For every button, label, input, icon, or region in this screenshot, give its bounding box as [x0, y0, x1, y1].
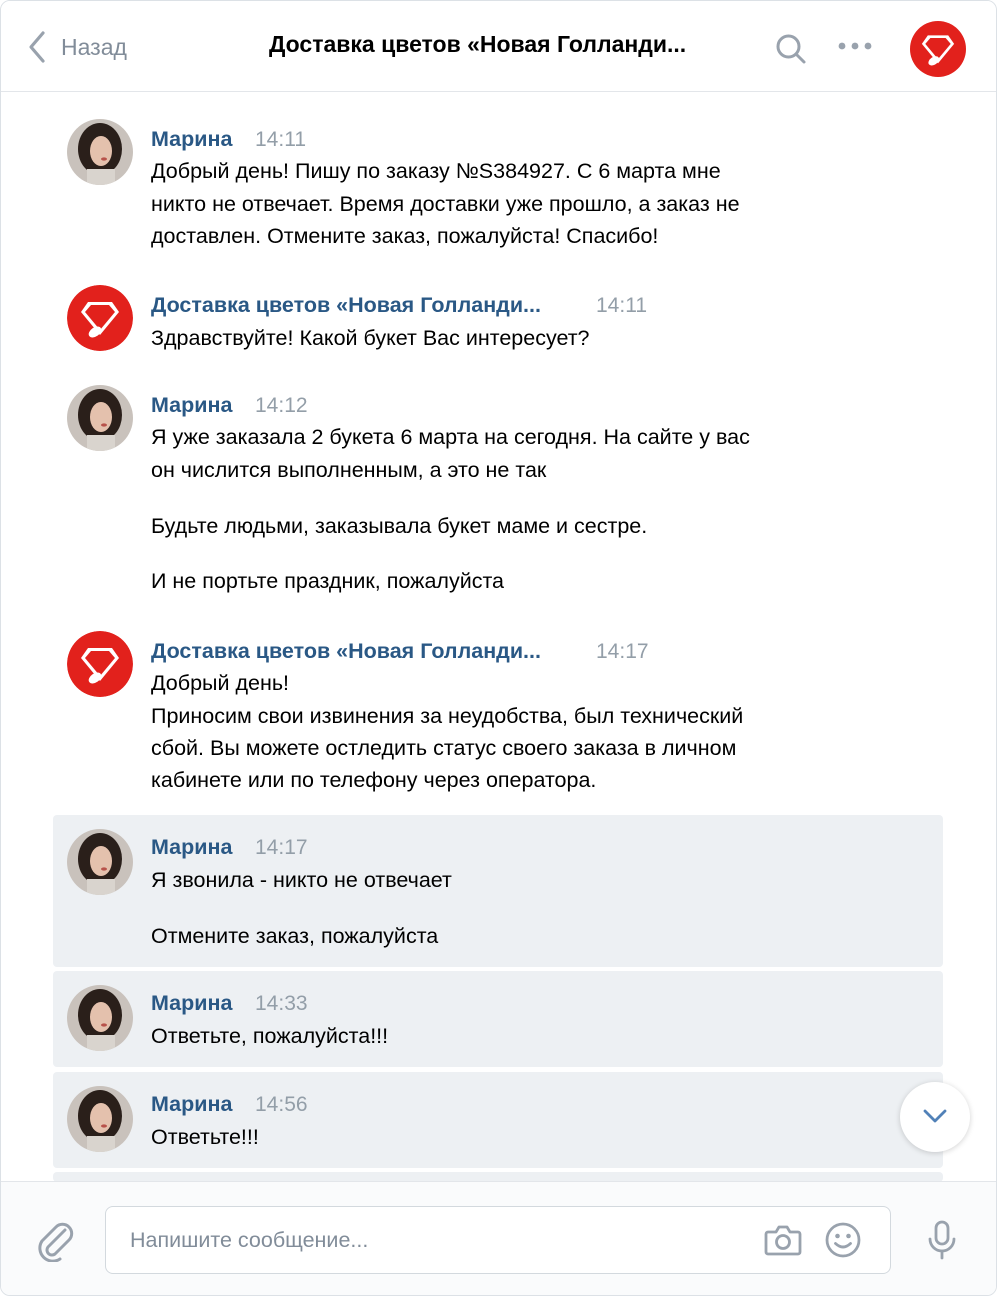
message-text: Добрый день! Пишу по заказу №S384927. С … — [151, 159, 721, 183]
smile-icon[interactable] — [824, 1221, 862, 1259]
message-time[interactable]: 14:11 — [596, 294, 647, 318]
message: Марина 14:12 Я уже заказала 2 букета 6 м… — [53, 377, 943, 607]
message-time[interactable]: 14:33 — [255, 992, 308, 1016]
message-time[interactable]: 14:17 — [596, 640, 649, 664]
back-label: Назад — [61, 33, 127, 60]
message-author[interactable]: Доставка цветов «Новая Голланди... — [151, 639, 541, 664]
message-text: никто не отвечает. Время доставки уже пр… — [151, 192, 740, 216]
message-text: Здравствуйте! Какой букет Вас интересует… — [151, 326, 590, 350]
chevron-down-icon — [923, 1109, 947, 1123]
message-author[interactable]: Доставка цветов «Новая Голланди... — [151, 293, 541, 318]
community-avatar[interactable] — [910, 21, 966, 82]
message-text: Я уже заказала 2 букета 6 марта на сегод… — [151, 425, 750, 449]
message: Доставка цветов «Новая Голланди... 14:17… — [53, 623, 943, 803]
message-text: доставлен. Отмените заказ, пожалуйста! С… — [151, 224, 659, 248]
microphone-icon[interactable] — [927, 1220, 957, 1262]
chevron-left-icon — [29, 31, 45, 63]
message-author[interactable]: Марина — [151, 127, 232, 152]
message-text: кабинете или по телефону через оператора… — [151, 768, 597, 792]
brand-logo-icon — [910, 21, 966, 77]
message-author[interactable]: Марина — [151, 991, 232, 1016]
message-text: Я звонила - никто не отвечает — [151, 868, 452, 892]
message-text: он числится выполненным, а это не так — [151, 458, 547, 482]
avatar[interactable] — [67, 119, 133, 185]
message-time[interactable]: 14:11 — [255, 128, 306, 152]
message-author[interactable]: Марина — [151, 835, 232, 860]
paperclip-icon[interactable] — [35, 1220, 75, 1262]
message-author[interactable]: Марина — [151, 1092, 232, 1117]
message-time[interactable]: 14:12 — [255, 394, 308, 418]
chat-header: Назад Доставка цветов «Новая Голланди... — [1, 1, 996, 92]
message-author[interactable]: Марина — [151, 393, 232, 418]
chat-window: Назад Доставка цветов «Новая Голланди... — [0, 0, 997, 1296]
avatar[interactable] — [67, 385, 133, 451]
message-text: Ответьте!!! — [151, 1125, 259, 1149]
message-selected[interactable]: Марина 14:17 Я звонила - никто не отвеча… — [53, 815, 943, 967]
avatar[interactable] — [67, 829, 133, 895]
avatar[interactable] — [67, 1086, 133, 1152]
back-button[interactable]: Назад — [27, 29, 127, 65]
message-time[interactable]: 14:56 — [255, 1093, 308, 1117]
camera-icon[interactable] — [764, 1223, 802, 1257]
message: Доставка цветов «Новая Голланди... 14:11… — [53, 277, 943, 367]
more-icon[interactable] — [837, 39, 873, 53]
chat-title: Доставка цветов «Новая Голланди... — [269, 31, 687, 57]
message: Марина 14:11 Добрый день! Пишу по заказу… — [53, 111, 943, 261]
message-text: Будьте людьми, заказывала букет маме и с… — [151, 514, 648, 538]
message-selected[interactable]: Марина 14:56 Ответьте!!! — [53, 1072, 943, 1168]
scroll-down-button[interactable] — [900, 1082, 970, 1152]
avatar[interactable] — [67, 285, 133, 351]
message-text: сбой. Вы можете остледить статус своего … — [151, 736, 737, 760]
message-input-box[interactable] — [105, 1206, 891, 1274]
message-text: Ответьте, пожалуйста!!! — [151, 1024, 389, 1048]
brand-logo-icon — [67, 285, 133, 351]
message-time[interactable]: 14:17 — [255, 836, 308, 860]
message-text: Добрый день! — [151, 671, 290, 695]
message-selected[interactable]: Марина 14:33 Ответьте, пожалуйста!!! — [53, 971, 943, 1067]
message-text: Приносим свои извинения за неудобства, б… — [151, 704, 744, 728]
avatar[interactable] — [67, 985, 133, 1051]
message-input[interactable] — [128, 1219, 732, 1261]
avatar[interactable] — [67, 631, 133, 697]
search-icon[interactable] — [775, 33, 807, 65]
message-composer — [1, 1181, 996, 1295]
brand-logo-icon — [67, 631, 133, 697]
message-text: И не портьте праздник, пожалуйста — [151, 569, 505, 593]
message-text: Отмените заказ, пожалуйста — [151, 924, 439, 948]
